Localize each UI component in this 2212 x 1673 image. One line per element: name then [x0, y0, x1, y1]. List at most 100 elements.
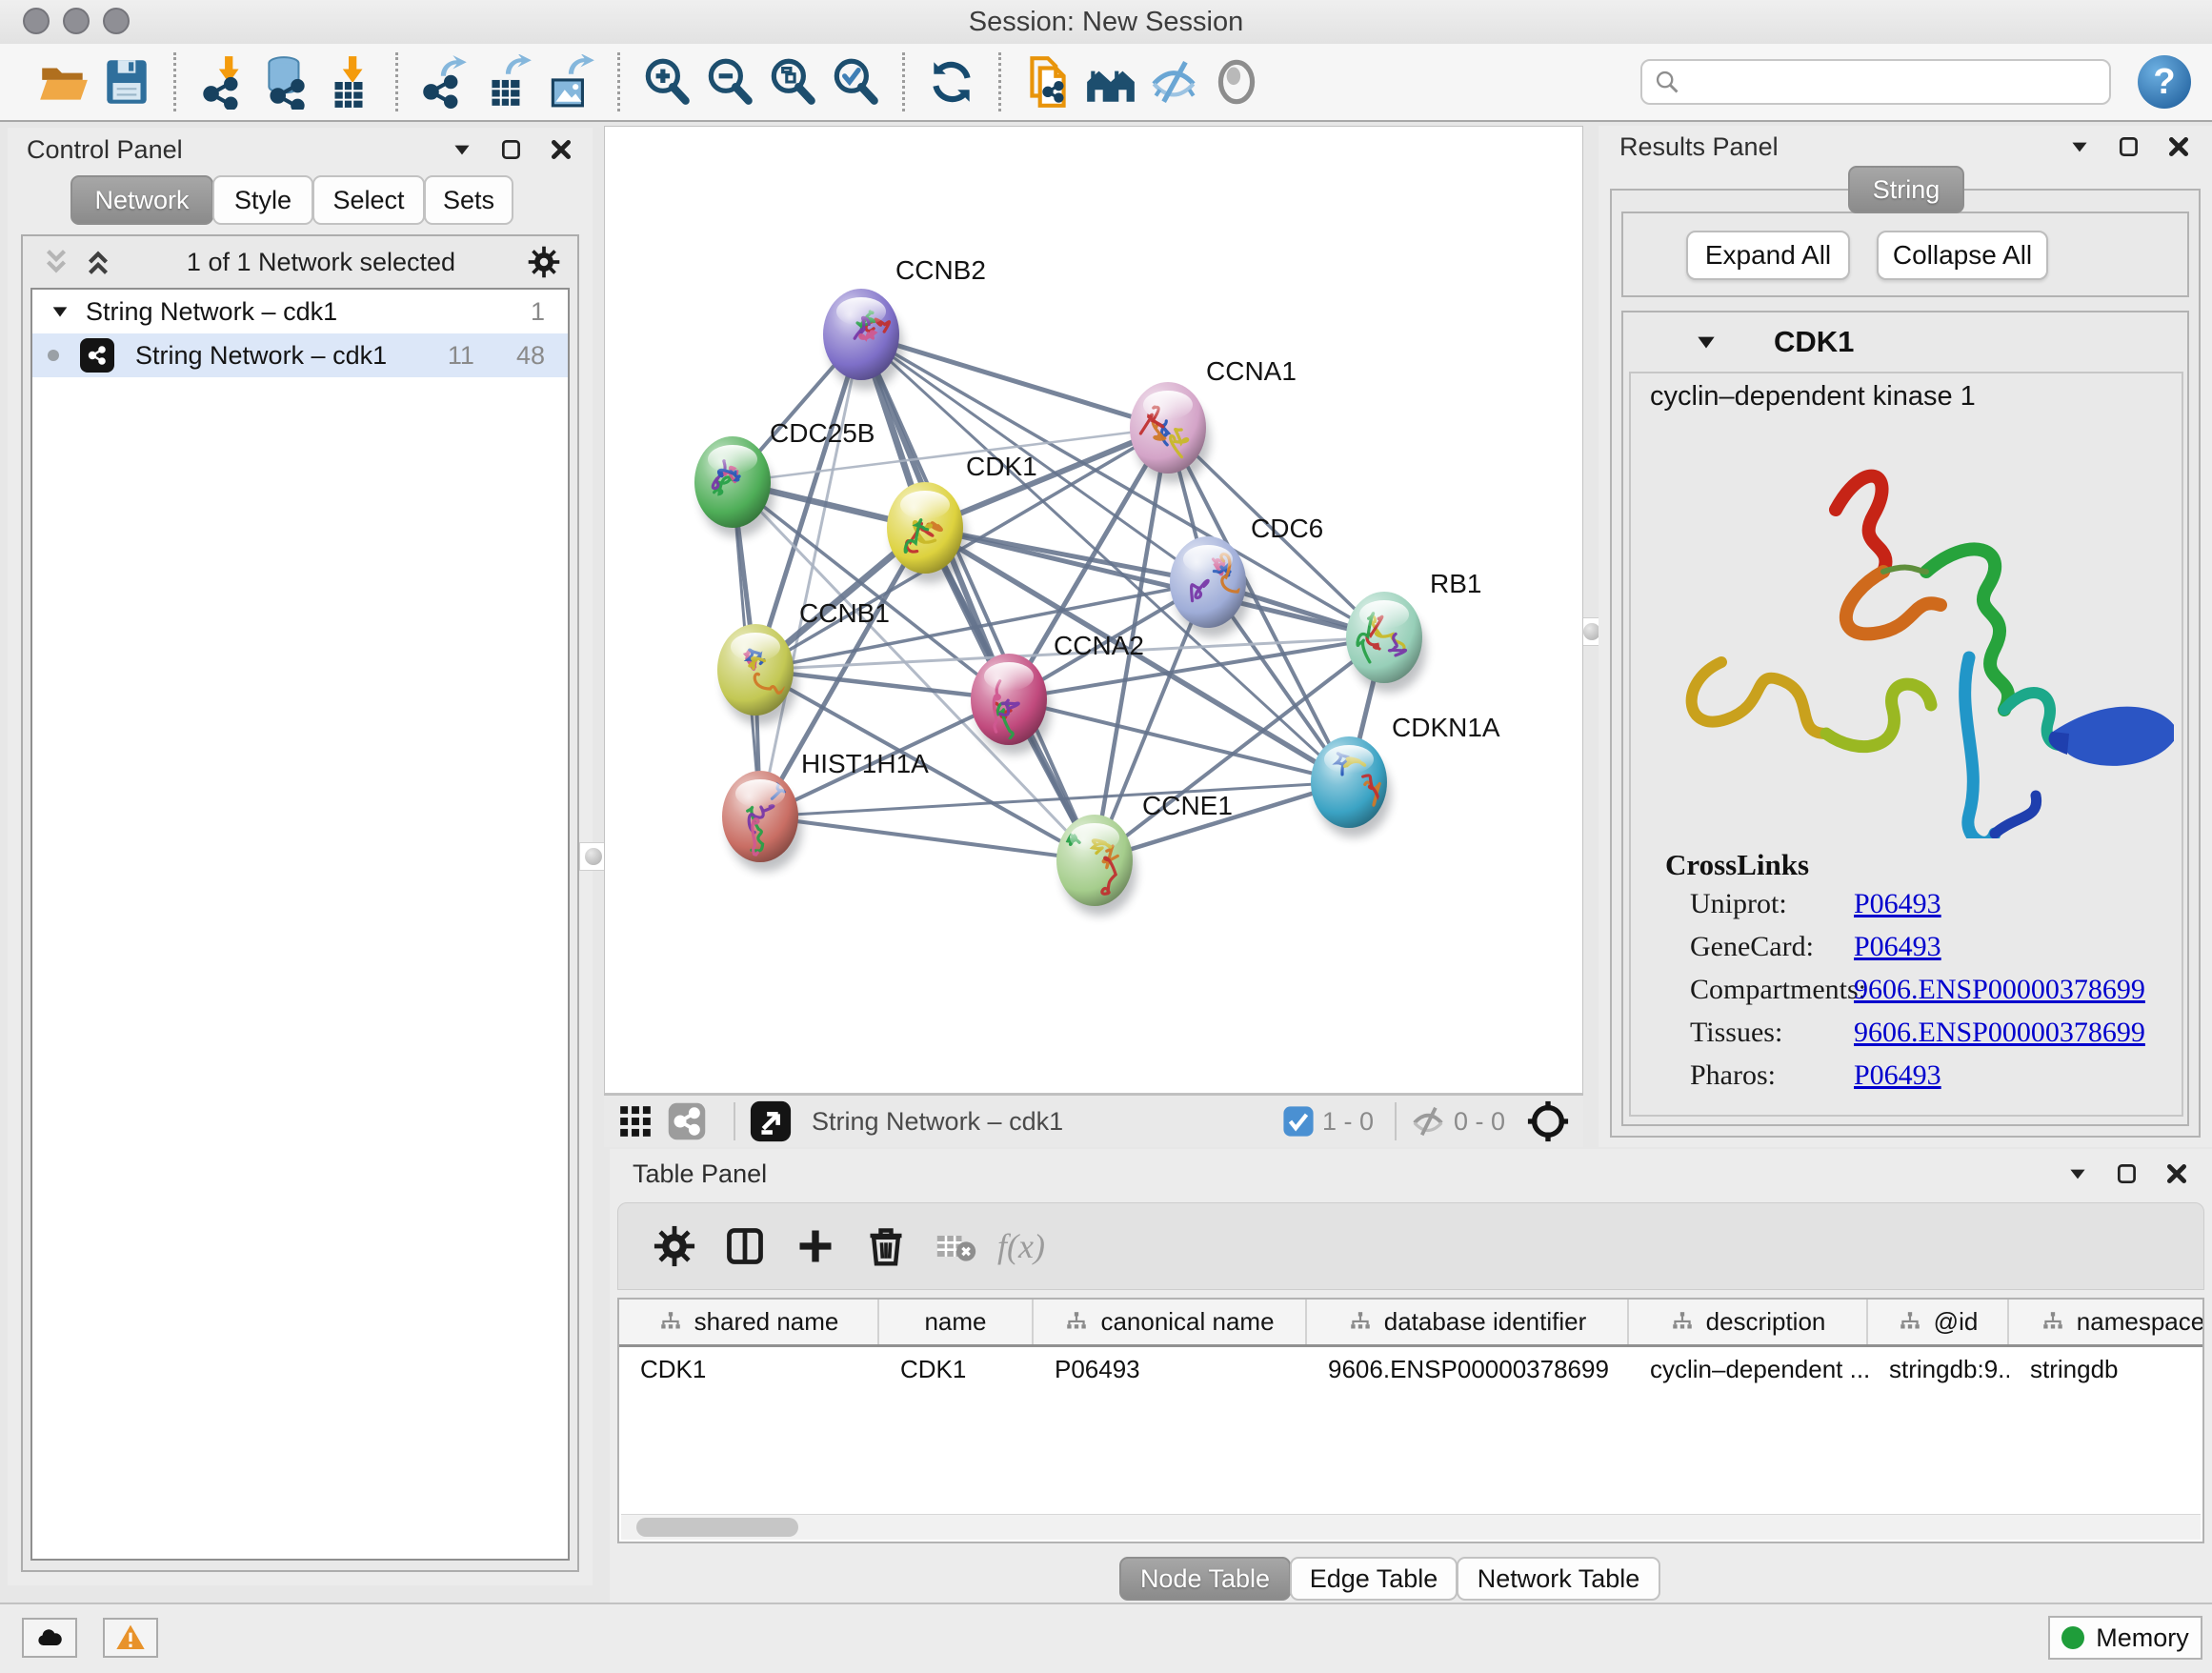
- crosslink-link[interactable]: P06493: [1854, 931, 1941, 963]
- cell-shared-name[interactable]: CDK1: [619, 1355, 879, 1384]
- network-from-selection-icon[interactable]: [1016, 50, 1079, 113]
- search-input[interactable]: [1688, 62, 2098, 102]
- horizontal-scrollbar[interactable]: [621, 1514, 2201, 1540]
- network-node-cdkn1a[interactable]: CDKN1A: [1311, 713, 1500, 837]
- birdseye-houses-icon[interactable]: [1079, 50, 1142, 113]
- column-header-database-identifier[interactable]: database identifier: [1307, 1300, 1629, 1344]
- cell-canonical-name[interactable]: P06493: [1034, 1355, 1307, 1384]
- panel-close-icon[interactable]: [549, 137, 573, 162]
- function-builder-icon[interactable]: f(x): [997, 1226, 1045, 1266]
- crosslink-link[interactable]: P06493: [1854, 1059, 1941, 1092]
- panel-float-icon[interactable]: [2117, 134, 2142, 159]
- column-header-name[interactable]: name: [879, 1300, 1034, 1344]
- export-network-icon[interactable]: [413, 50, 476, 113]
- gear-icon[interactable]: [528, 246, 560, 278]
- refresh-layout-icon[interactable]: [920, 50, 983, 113]
- network-graph[interactable]: CCNB2CCNA1CDC25BCDK1CDC6RB1CCNB1CCNA2CDK…: [605, 127, 1582, 1093]
- help-button[interactable]: ?: [2138, 55, 2191, 109]
- export-image-icon[interactable]: [539, 50, 602, 113]
- table-row[interactable]: CDK1 CDK1 P06493 9606.ENSP00000378699 cy…: [619, 1347, 2204, 1391]
- import-network-file-icon[interactable]: [191, 50, 254, 113]
- cloud-button[interactable]: [22, 1618, 77, 1658]
- crosslink-row: Pharos:P06493: [1690, 1059, 2166, 1102]
- zoom-out-icon[interactable]: [698, 50, 761, 113]
- zoom-in-icon[interactable]: [635, 50, 698, 113]
- column-header-description[interactable]: description: [1629, 1300, 1868, 1344]
- cell-id[interactable]: stringdb:9...: [1868, 1355, 2009, 1384]
- gene-card-header[interactable]: CDK1: [1623, 312, 2187, 372]
- warnings-button[interactable]: [103, 1618, 158, 1658]
- tab-network[interactable]: Network: [70, 175, 213, 225]
- expand-all-button[interactable]: Expand All: [1686, 231, 1850, 280]
- tab-node-table[interactable]: Node Table: [1119, 1557, 1291, 1601]
- network-node-hist1h1a[interactable]: HIST1H1A: [722, 749, 929, 872]
- delete-table-icon[interactable]: [921, 1219, 992, 1273]
- toolbar-separator: [998, 52, 1001, 111]
- cell-description[interactable]: cyclin–dependent ...: [1629, 1355, 1868, 1384]
- delete-column-trash-icon[interactable]: [851, 1219, 921, 1273]
- expand-all-chevrons-icon[interactable]: [40, 246, 72, 278]
- network-node-rb1[interactable]: RB1: [1346, 569, 1481, 693]
- network-edge[interactable]: [861, 334, 1095, 860]
- panel-close-icon[interactable]: [2166, 134, 2191, 159]
- node-count: 11: [448, 341, 474, 371]
- crosshair-icon[interactable]: [1526, 1099, 1570, 1143]
- collapse-all-button[interactable]: Collapse All: [1877, 231, 2048, 280]
- zoom-selected-icon[interactable]: [824, 50, 887, 113]
- column-header-shared-name[interactable]: shared name: [619, 1300, 879, 1344]
- network-edge[interactable]: [861, 334, 1168, 428]
- network-collection-row[interactable]: String Network – cdk1 1: [32, 290, 568, 333]
- crosslink-row: Uniprot:P06493: [1690, 888, 2166, 931]
- open-in-window-icon[interactable]: [749, 1099, 793, 1143]
- crosslink-link[interactable]: P06493: [1854, 888, 1941, 920]
- scrollbar-thumb[interactable]: [636, 1518, 798, 1537]
- panel-close-icon[interactable]: [2164, 1161, 2189, 1186]
- tab-network-table[interactable]: Network Table: [1457, 1557, 1660, 1601]
- show-all-eye-icon[interactable]: [1205, 50, 1268, 113]
- share-view-icon[interactable]: [667, 1101, 707, 1141]
- import-table-icon[interactable]: [317, 50, 380, 113]
- network-edge[interactable]: [760, 816, 1095, 860]
- column-header-namespace[interactable]: namespace: [2009, 1300, 2204, 1344]
- collapse-all-chevrons-icon[interactable]: [82, 246, 114, 278]
- tab-string[interactable]: String: [1848, 166, 1964, 213]
- tab-select[interactable]: Select: [312, 175, 425, 225]
- network-node-ccne1[interactable]: CCNE1: [1056, 791, 1233, 916]
- crosslink-link[interactable]: 9606.ENSP00000378699: [1854, 974, 2145, 1006]
- column-header-id[interactable]: @id: [1868, 1300, 2009, 1344]
- network-node-ccna1[interactable]: CCNA1: [1130, 356, 1297, 483]
- network-row-selected[interactable]: String Network – cdk1 11 48: [32, 333, 568, 377]
- crosslink-link[interactable]: 9606.ENSP00000378699: [1854, 1017, 2145, 1049]
- card-collapse-caret-icon[interactable]: [1694, 330, 1719, 354]
- panel-float-icon[interactable]: [499, 137, 524, 162]
- save-session-icon[interactable]: [95, 50, 158, 113]
- cell-database-identifier[interactable]: 9606.ENSP00000378699: [1307, 1355, 1629, 1384]
- hidden-eye-icon[interactable]: [1410, 1103, 1446, 1139]
- tab-edge-table[interactable]: Edge Table: [1290, 1557, 1458, 1601]
- network-node-ccnb2[interactable]: CCNB2: [823, 255, 986, 390]
- memory-button[interactable]: Memory: [2048, 1616, 2202, 1660]
- table-settings-gear-icon[interactable]: [639, 1219, 710, 1273]
- export-table-icon[interactable]: [476, 50, 539, 113]
- show-columns-icon[interactable]: [710, 1219, 780, 1273]
- network-canvas[interactable]: CCNB2CCNA1CDC25BCDK1CDC6RB1CCNB1CCNA2CDK…: [604, 126, 1583, 1094]
- cell-name[interactable]: CDK1: [879, 1355, 1034, 1384]
- tab-sets[interactable]: Sets: [424, 175, 513, 225]
- selected-checkbox-icon[interactable]: [1282, 1105, 1315, 1138]
- tree-collapse-caret-icon[interactable]: [50, 301, 70, 322]
- grid-view-icon[interactable]: [617, 1103, 654, 1139]
- add-column-icon[interactable]: [780, 1219, 851, 1273]
- panel-float-icon[interactable]: [2115, 1161, 2140, 1186]
- panel-menu-caret-icon[interactable]: [450, 137, 474, 162]
- column-header-canonical-name[interactable]: canonical name: [1034, 1300, 1307, 1344]
- network-edge[interactable]: [760, 334, 861, 816]
- cell-namespace[interactable]: stringdb: [2009, 1355, 2204, 1384]
- panel-menu-caret-icon[interactable]: [2065, 1161, 2090, 1186]
- hide-selected-eye-icon[interactable]: [1142, 50, 1205, 113]
- import-network-database-icon[interactable]: [254, 50, 317, 113]
- panel-menu-caret-icon[interactable]: [2067, 134, 2092, 159]
- tab-style[interactable]: Style: [212, 175, 313, 225]
- network-node-cdc25b[interactable]: CDC25B: [694, 418, 875, 537]
- zoom-fit-icon[interactable]: [761, 50, 824, 113]
- open-session-icon[interactable]: [32, 50, 95, 113]
